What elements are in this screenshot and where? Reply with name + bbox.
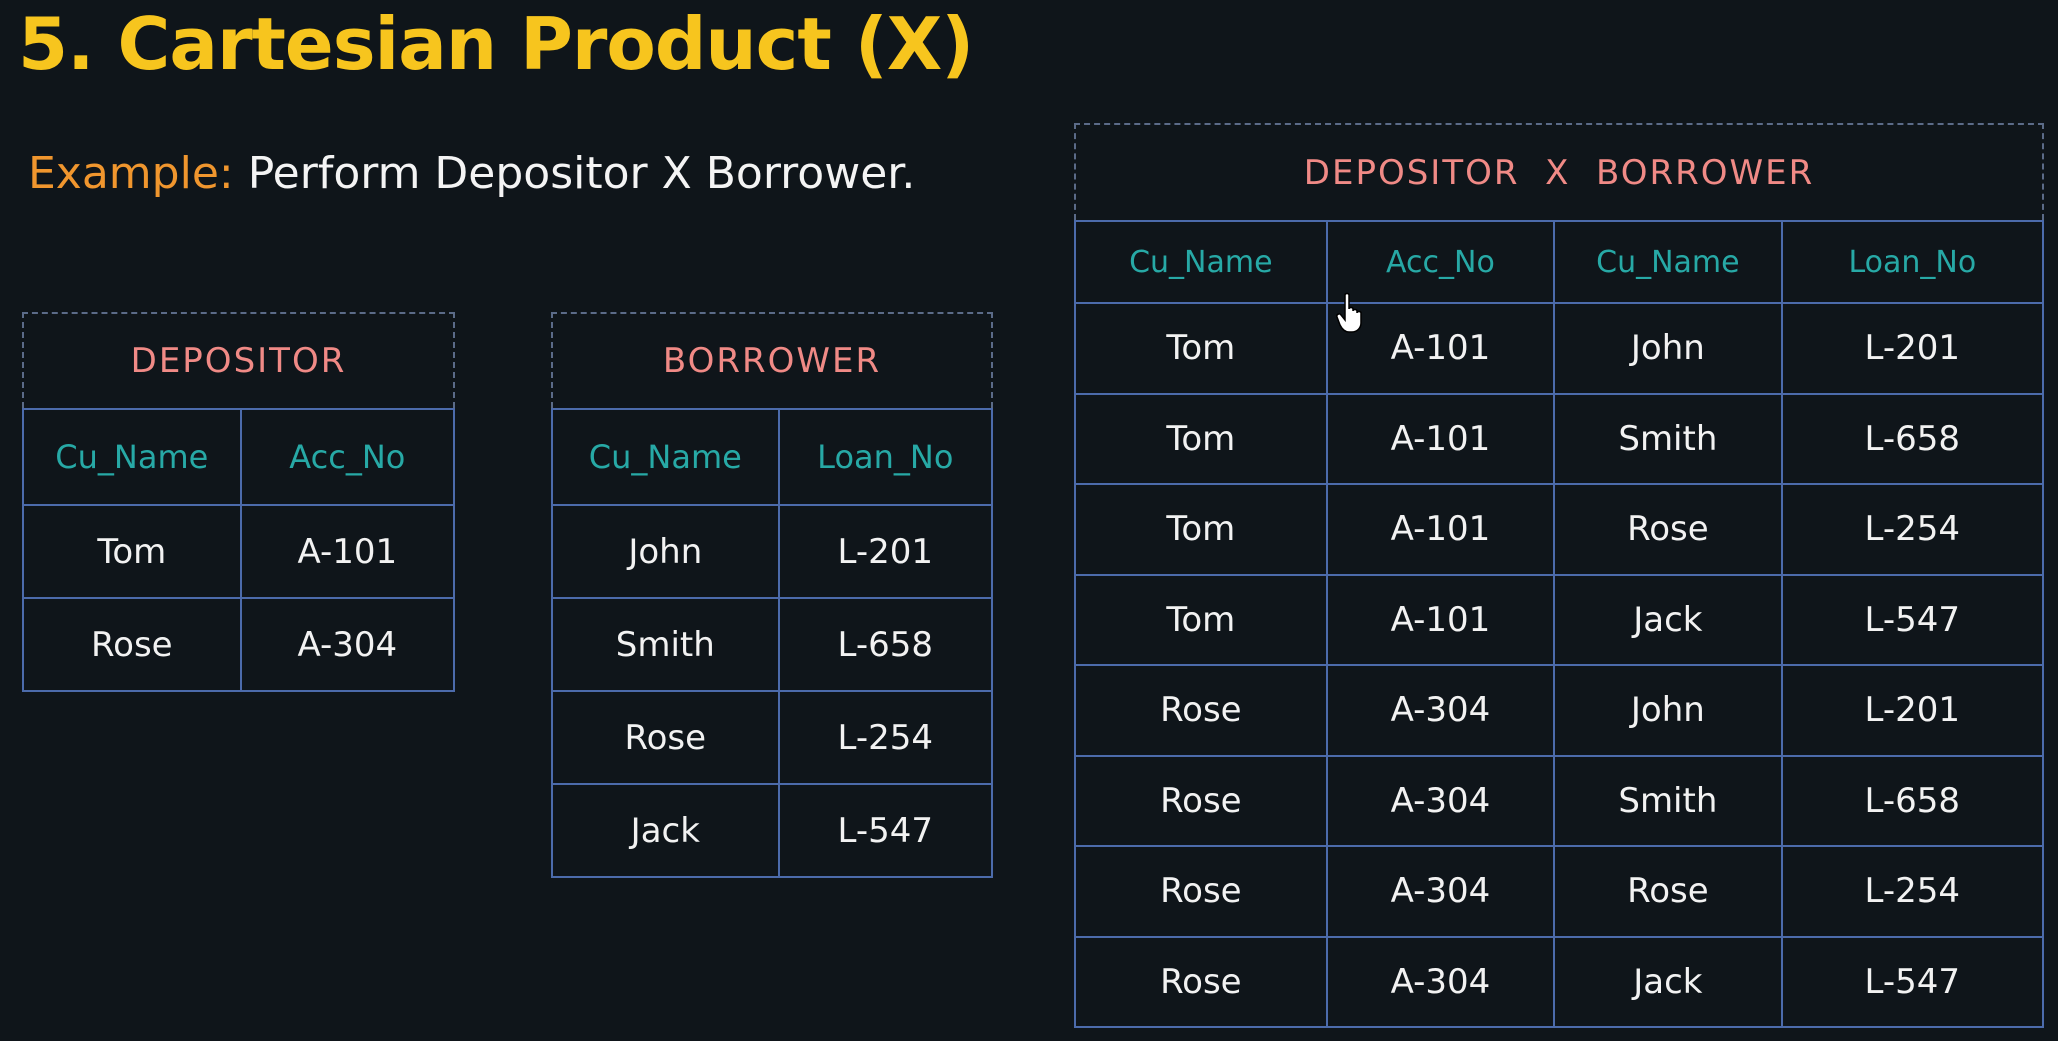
table-cell: John [1553, 664, 1783, 757]
table-cell: L-547 [777, 783, 994, 878]
table-cell: Smith [1553, 754, 1783, 847]
table-cell: Smith [551, 597, 780, 692]
table-cell: Rose [1074, 845, 1328, 938]
table-cell: Tom [1074, 302, 1328, 395]
page-title: 5. Cartesian Product (X) [18, 2, 974, 86]
table-row: Smith L-658 [551, 597, 994, 692]
table-cell: Rose [1553, 845, 1783, 938]
column-header: Cu_Name [551, 408, 780, 506]
table-cell: Tom [1074, 483, 1328, 576]
table-row: John L-201 [551, 504, 994, 599]
table-cell: A-101 [1325, 483, 1556, 576]
example-text: Perform Depositor X Borrower. [247, 148, 916, 199]
table-cell: Rose [551, 690, 780, 785]
table-row: Tom A-101 Smith L-658 [1074, 392, 2045, 485]
table-row: Jack L-547 [551, 783, 994, 878]
table-cell: L-547 [1780, 935, 2045, 1028]
table-cell: Jack [1553, 573, 1783, 666]
borrower-caption: BORROWER [551, 312, 993, 408]
table-cell: A-304 [1325, 935, 1556, 1028]
table-cell: A-304 [1325, 664, 1556, 757]
column-header: Cu_Name [1553, 220, 1783, 304]
column-header: Loan_No [1780, 220, 2045, 304]
table-cell: L-658 [1780, 754, 2045, 847]
depositor-table: DEPOSITOR Cu_Name Acc_No Tom A-101 Rose … [22, 312, 456, 692]
borrower-table: BORROWER Cu_Name Loan_No John L-201 Smit… [551, 312, 994, 878]
hand-cursor-icon [1336, 292, 1362, 333]
table-row: Rose L-254 [551, 690, 994, 785]
table-cell: L-658 [777, 597, 994, 692]
product-table: DEPOSITOR X BORROWER Cu_Name Acc_No Cu_N… [1074, 123, 2045, 1028]
table-row: Tom A-101 Rose L-254 [1074, 483, 2045, 576]
table-cell: Rose [1074, 754, 1328, 847]
table-cell: Smith [1553, 392, 1783, 485]
table-row: Rose A-304 Jack L-547 [1074, 935, 2045, 1028]
table-cell: Jack [1553, 935, 1783, 1028]
table-cell: L-658 [1780, 392, 2045, 485]
table-row: Rose A-304 Smith L-658 [1074, 754, 2045, 847]
table-cell: L-254 [1780, 483, 2045, 576]
column-header: Cu_Name [22, 408, 242, 506]
table-cell: Tom [1074, 392, 1328, 485]
header-row: Cu_Name Acc_No [22, 408, 456, 506]
column-header: Cu_Name [1074, 220, 1328, 304]
table-cell: L-547 [1780, 573, 2045, 666]
table-cell: L-254 [777, 690, 994, 785]
table-row: Tom A-101 John L-201 [1074, 302, 2045, 395]
table-cell: Rose [1074, 935, 1328, 1028]
table-cell: Rose [1553, 483, 1783, 576]
table-row: Tom A-101 [22, 504, 456, 599]
table-cell: L-201 [777, 504, 994, 599]
table-cell: A-304 [1325, 845, 1556, 938]
header-row: Cu_Name Loan_No [551, 408, 994, 506]
column-header: Acc_No [1325, 220, 1556, 304]
table-cell: A-304 [239, 597, 456, 692]
table-row: Rose A-304 Rose L-254 [1074, 845, 2045, 938]
product-caption: DEPOSITOR X BORROWER [1074, 123, 2044, 220]
table-cell: Tom [1074, 573, 1328, 666]
table-cell: John [1553, 302, 1783, 395]
column-header: Loan_No [777, 408, 994, 506]
depositor-caption: DEPOSITOR [22, 312, 455, 408]
table-cell: Rose [1074, 664, 1328, 757]
table-cell: A-101 [1325, 573, 1556, 666]
table-cell: A-101 [1325, 392, 1556, 485]
example-line: Example: Perform Depositor X Borrower. [28, 148, 915, 199]
example-label: Example: [28, 148, 234, 199]
table-row: Rose A-304 John L-201 [1074, 664, 2045, 757]
table-cell: Jack [551, 783, 780, 878]
table-cell: L-201 [1780, 664, 2045, 757]
header-row: Cu_Name Acc_No Cu_Name Loan_No [1074, 220, 2045, 304]
table-cell: John [551, 504, 780, 599]
table-cell: L-201 [1780, 302, 2045, 395]
table-cell: A-304 [1325, 754, 1556, 847]
table-cell: Tom [22, 504, 242, 599]
table-cell: Rose [22, 597, 242, 692]
table-cell: A-101 [239, 504, 456, 599]
table-row: Tom A-101 Jack L-547 [1074, 573, 2045, 666]
table-cell: L-254 [1780, 845, 2045, 938]
column-header: Acc_No [239, 408, 456, 506]
table-row: Rose A-304 [22, 597, 456, 692]
